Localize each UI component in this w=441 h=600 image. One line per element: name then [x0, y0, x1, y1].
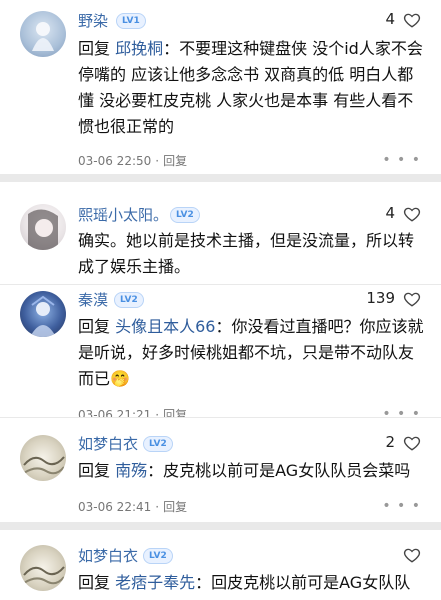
heart-outline-icon[interactable]: [403, 434, 421, 452]
avatar[interactable]: [20, 435, 66, 481]
comment-text: 回复 头像且本人66：你没看过直播吧？你应该就是听说，好多时候桃姐都不坑，只是带…: [78, 314, 428, 392]
avatar[interactable]: [20, 545, 66, 591]
comment-card: 如梦白衣 LV2 2 回复 南殇：皮克桃以前可是AG女队队员会菜吗 03-06 …: [0, 418, 441, 522]
more-dots-icon[interactable]: • • •: [382, 152, 421, 168]
reply-prefix: 回复: [78, 317, 111, 336]
comment-card: 熙瑶小太阳。 LV2 4 确实。她以前是技术主播，但是没流量，所以转成了娱乐主播…: [0, 182, 441, 284]
level-badge: LV2: [114, 292, 144, 308]
comment-text: 确实。她以前是技术主播，但是没流量，所以转成了娱乐主播。: [78, 228, 428, 280]
separator: ·: [155, 154, 160, 168]
username[interactable]: 野染: [78, 10, 108, 31]
level-badge: LV2: [143, 436, 173, 452]
username[interactable]: 熙瑶小太阳。: [78, 204, 168, 225]
reply-prefix: 回复: [78, 39, 111, 58]
avatar-image: [23, 456, 65, 475]
comment-body: 确实。她以前是技术主播，但是没流量，所以转成了娱乐主播。: [78, 231, 415, 276]
avatar-image: [28, 209, 58, 250]
more-dots-icon[interactable]: • • •: [382, 498, 421, 514]
username[interactable]: 如梦白衣: [78, 433, 138, 454]
level-badge: LV2: [143, 548, 173, 564]
level-badge: LV2: [170, 207, 200, 223]
avatar[interactable]: [20, 204, 66, 250]
reply-prefix: 回复: [78, 573, 111, 592]
comment-meta: 03-06 21:21 · 回复: [78, 406, 187, 417]
comment-meta: 03-06 22:41 · 回复: [78, 498, 187, 515]
username[interactable]: 秦漠: [78, 289, 108, 310]
level-badge: LV1: [116, 13, 146, 29]
like-count: 4: [385, 204, 395, 222]
reply-prefix: 回复: [78, 461, 111, 480]
separator: ·: [155, 500, 160, 514]
comment-text: 回复 邱挽桐：不要理这种键盘侠 没个id人家不会停嘴的 应该让他多念念书 双商真…: [78, 36, 428, 140]
reply-button[interactable]: 回复: [163, 500, 187, 514]
avatar-image: [30, 295, 56, 337]
comment-card: 如梦白衣 LV2 回复 老痞子奉先：回皮克桃以前可是AG女队队: [0, 530, 441, 600]
mention-link[interactable]: 老痞子奉先: [115, 573, 195, 592]
comment-text: 回复 老痞子奉先：回皮克桃以前可是AG女队队: [78, 570, 428, 596]
heart-outline-icon[interactable]: [403, 290, 421, 308]
heart-outline-icon[interactable]: [403, 205, 421, 223]
separator: ·: [155, 408, 160, 417]
heart-outline-icon[interactable]: [403, 546, 421, 564]
comment-meta: 03-06 22:50 · 回复: [78, 152, 187, 169]
reply-button[interactable]: 回复: [163, 408, 187, 417]
mention-link[interactable]: 头像且本人66: [115, 317, 215, 336]
comment-card: 野染 LV1 4 回复 邱挽桐：不要理这种键盘侠 没个id人家不会停嘴的 应该让…: [0, 0, 441, 174]
timestamp: 03-06 21:21: [78, 408, 152, 417]
mention-link[interactable]: 邱挽桐: [115, 39, 163, 58]
comment-card: 秦漠 LV2 139 回复 头像且本人66：你没看过直播吧？你应该就是听说，好多…: [0, 285, 441, 417]
emoji-icon: 🤭: [110, 369, 130, 388]
timestamp: 03-06 22:41: [78, 500, 152, 514]
heart-outline-icon[interactable]: [403, 11, 421, 29]
avatar-image: [23, 566, 65, 585]
timestamp: 03-06 22:50: [78, 154, 152, 168]
comment-body: ：皮克桃以前可是AG女队队员会菜吗: [147, 461, 411, 480]
username[interactable]: 如梦白衣: [78, 545, 138, 566]
avatar[interactable]: [20, 11, 66, 57]
avatar[interactable]: [20, 291, 66, 337]
mention-link[interactable]: 南殇: [115, 461, 147, 480]
reply-button[interactable]: 回复: [163, 154, 187, 168]
like-count: 4: [385, 10, 395, 28]
comment-text: 回复 南殇：皮克桃以前可是AG女队队员会菜吗: [78, 458, 428, 484]
avatar-image: [32, 22, 54, 51]
like-count: 139: [366, 289, 395, 307]
more-dots-icon[interactable]: • • •: [382, 406, 421, 417]
comment-body: ：回皮克桃以前可是AG女队队: [195, 573, 411, 592]
like-count: 2: [385, 433, 395, 451]
